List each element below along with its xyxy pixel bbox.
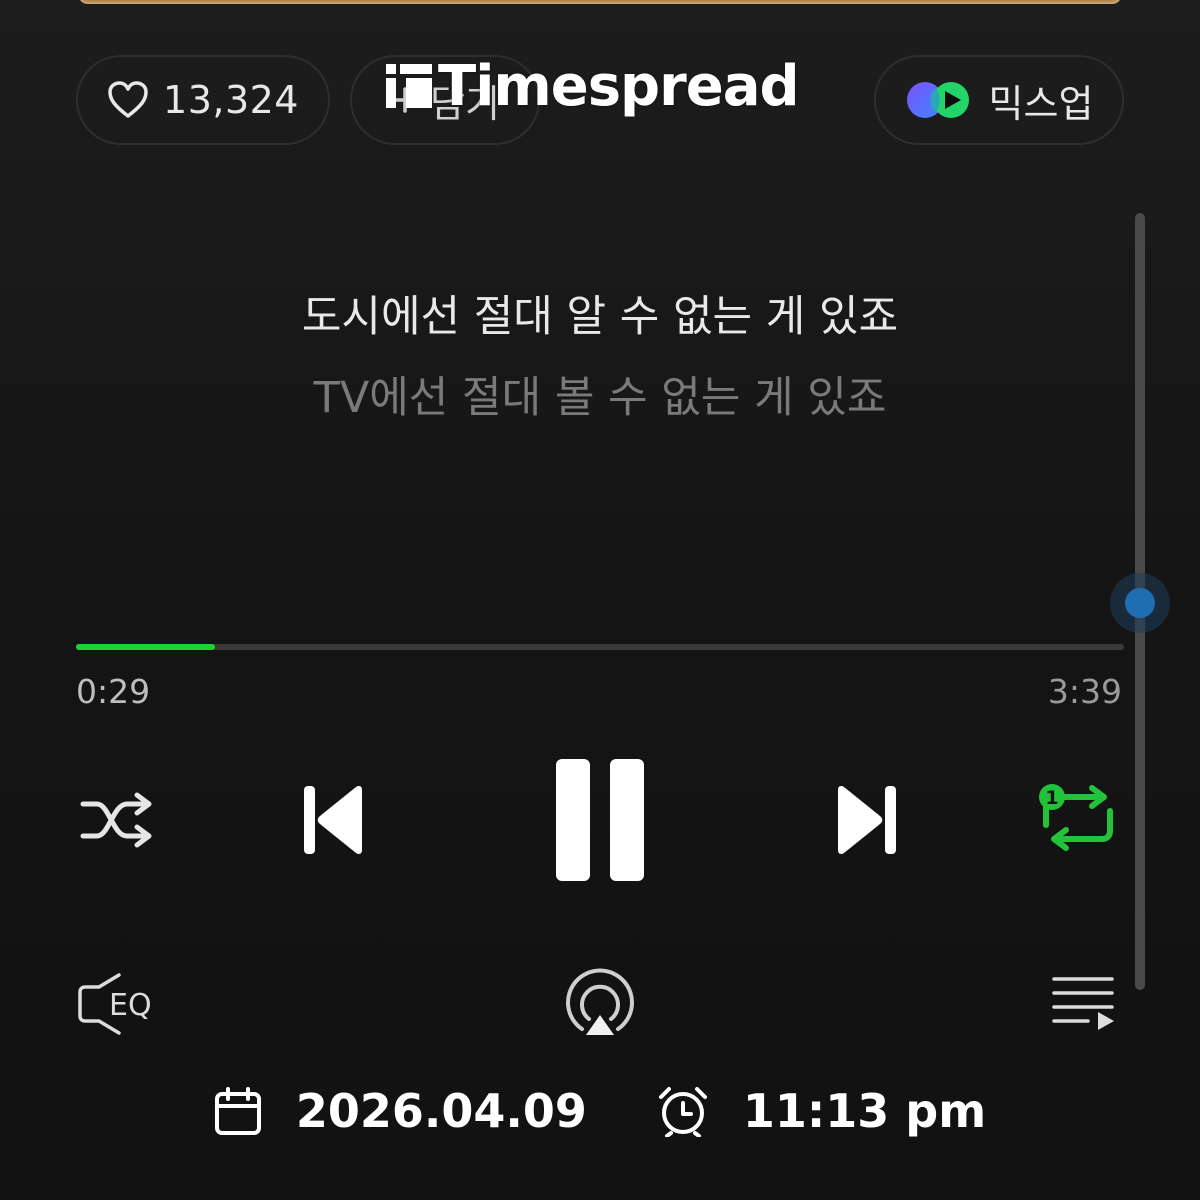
like-count: 13,324 xyxy=(163,78,299,122)
lyric-next-line[interactable]: TV에선 절대 볼 수 없는 게 있죠 xyxy=(0,363,1200,425)
equalizer-button[interactable]: EQ xyxy=(74,968,166,1040)
airplay-icon xyxy=(566,968,634,1035)
previous-button[interactable] xyxy=(292,778,372,862)
timespread-watermark: Timespread xyxy=(384,53,800,119)
scrollbar-thumb[interactable] xyxy=(1110,573,1170,633)
alarm-clock-icon xyxy=(658,1087,707,1137)
playlist-icon xyxy=(1052,977,1114,1030)
airplay-button[interactable] xyxy=(560,966,640,1044)
eq-icon: EQ xyxy=(78,973,152,1035)
progress-bar-fill xyxy=(76,644,215,650)
repeat-badge: 1 xyxy=(1045,787,1058,809)
heart-icon xyxy=(108,81,148,118)
mixup-button[interactable]: 믹스업 xyxy=(874,55,1124,145)
shuffle-button[interactable] xyxy=(76,780,158,860)
mixup-icon xyxy=(906,82,969,118)
playlist-button[interactable] xyxy=(1046,968,1120,1038)
total-time: 3:39 xyxy=(1047,672,1122,711)
footer-time: 11:13 pm xyxy=(742,1084,987,1138)
pause-button[interactable] xyxy=(548,754,652,886)
lyric-current-line[interactable]: 도시에선 절대 알 수 없는 게 있죠 xyxy=(0,282,1200,344)
calendar-icon xyxy=(214,1087,261,1135)
previous-icon xyxy=(304,786,362,854)
timespread-logo-icon xyxy=(386,64,432,108)
repeat-one-button[interactable]: 1 xyxy=(1036,782,1120,854)
progress-bar[interactable] xyxy=(76,644,1124,650)
shuffle-icon xyxy=(80,792,152,848)
eq-label: EQ xyxy=(109,988,152,1023)
repeat-one-icon: 1 xyxy=(1039,784,1113,851)
album-art-edge[interactable] xyxy=(78,0,1122,4)
elapsed-time: 0:29 xyxy=(76,672,151,711)
next-button[interactable] xyxy=(828,778,908,862)
footer-date: 2026.04.09 xyxy=(295,1084,587,1138)
timestamp-overlay: 2026.04.09 11:13 pm xyxy=(0,1076,1200,1146)
watermark-text: Timespread xyxy=(438,53,800,119)
pause-icon xyxy=(556,759,644,881)
like-button[interactable]: 13,324 xyxy=(76,55,330,145)
mixup-label: 믹스업 xyxy=(988,81,1094,126)
music-player-screen: 13,324 담기 Timespread 믹스업 도시에선 절대 알 수 없는 … xyxy=(0,0,1200,1200)
next-icon xyxy=(838,786,896,854)
